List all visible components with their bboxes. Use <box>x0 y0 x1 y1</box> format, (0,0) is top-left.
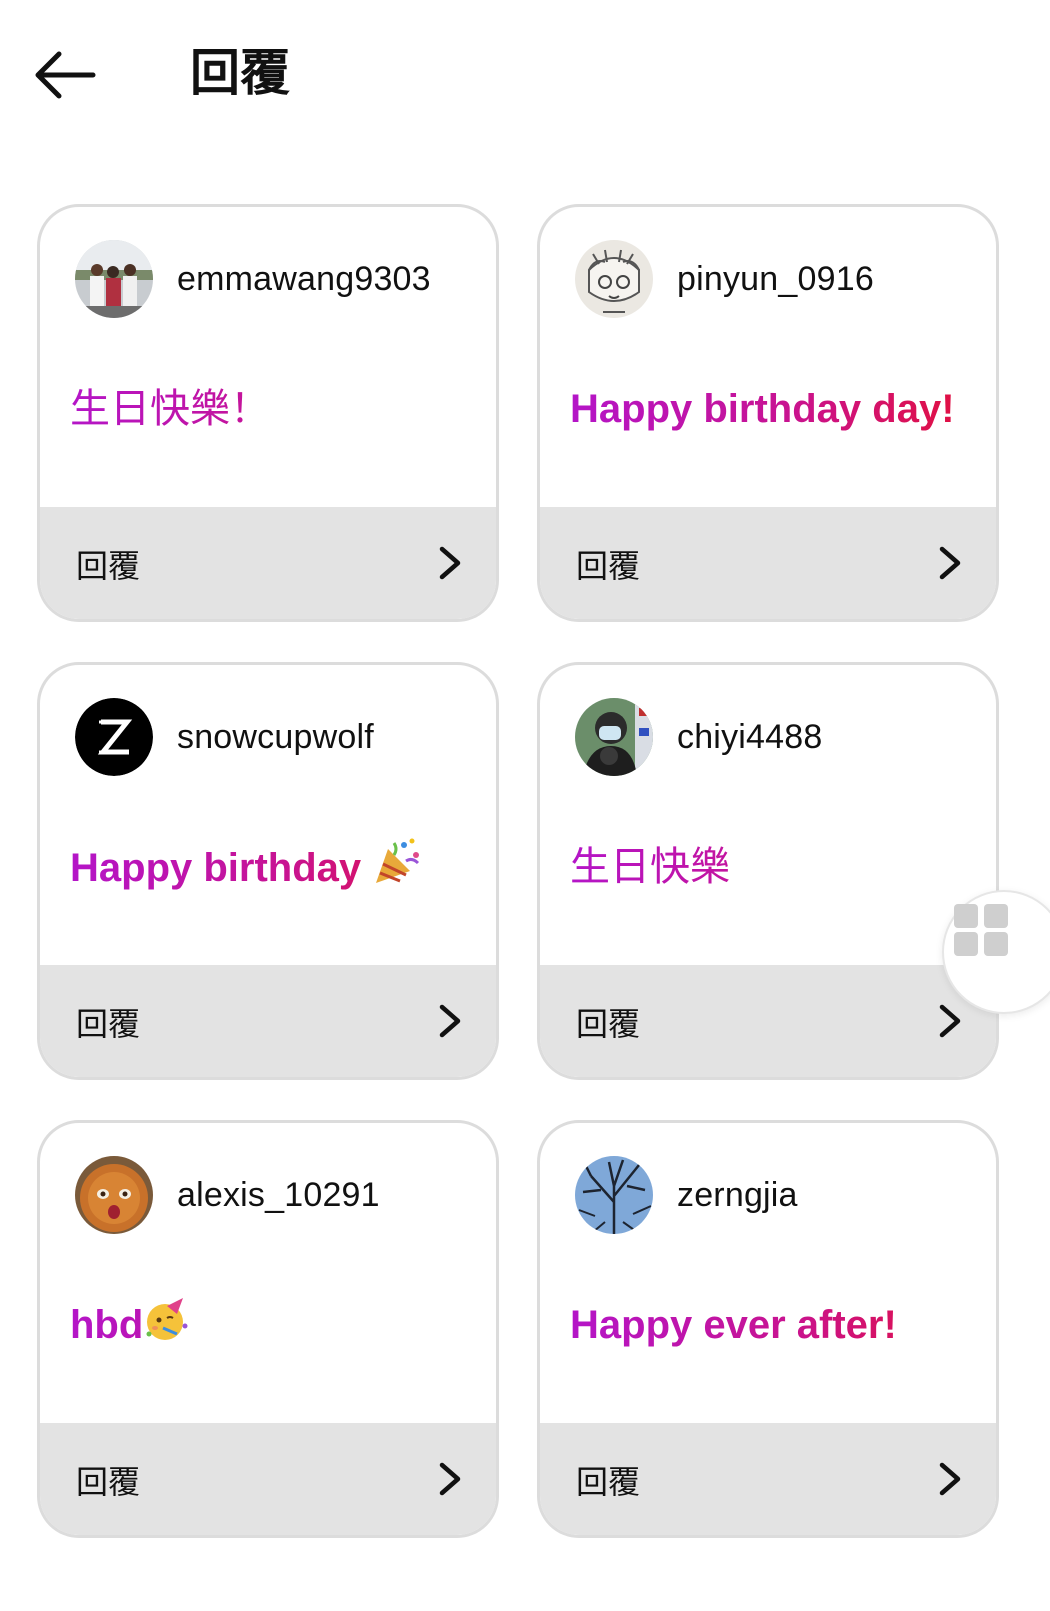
arrow-left-icon <box>35 51 96 99</box>
reply-button[interactable]: 回覆 <box>540 965 996 1077</box>
avatar[interactable] <box>75 240 153 318</box>
chevron-right-icon <box>439 1004 461 1038</box>
card-user[interactable]: chiyi4488 <box>575 697 822 777</box>
reply-label: 回覆 <box>76 547 141 585</box>
avatar[interactable] <box>575 1156 653 1234</box>
avatar[interactable] <box>575 240 653 318</box>
chevron-right-icon <box>939 1462 961 1496</box>
reply-card: zerngjia Happy ever after! 回覆 <box>537 1120 999 1538</box>
card-user[interactable]: zerngjia <box>575 1155 798 1235</box>
username[interactable]: chiyi4488 <box>677 718 822 757</box>
reply-message: 生日快樂 <box>570 837 976 897</box>
reply-label: 回覆 <box>576 1005 641 1043</box>
reply-button[interactable]: 回覆 <box>40 1423 496 1535</box>
reply-button[interactable]: 回覆 <box>40 507 496 619</box>
page-title: 回覆 <box>190 44 290 102</box>
reply-card: emmawang9303 生日快樂！ 回覆 <box>37 204 499 622</box>
reply-message: hbd <box>70 1295 476 1361</box>
chevron-right-icon <box>939 546 961 580</box>
username[interactable]: snowcupwolf <box>177 718 374 757</box>
reply-card: pinyun_0916 Happy birthday day! 回覆 <box>537 204 999 622</box>
avatar[interactable] <box>75 1156 153 1234</box>
card-user[interactable]: snowcupwolf <box>75 697 374 777</box>
reply-message: Happy birthday day! <box>570 379 976 439</box>
username[interactable]: pinyun_0916 <box>677 260 874 299</box>
reply-button[interactable]: 回覆 <box>40 965 496 1077</box>
reply-button[interactable]: 回覆 <box>540 1423 996 1535</box>
reply-message: Happy birthday <box>70 837 476 904</box>
reply-message: 生日快樂！ <box>70 379 476 439</box>
reply-card: alexis_10291 hbd 回覆 <box>37 1120 499 1538</box>
avatar[interactable] <box>75 698 153 776</box>
avatar[interactable] <box>575 698 653 776</box>
back-button[interactable] <box>28 44 102 106</box>
partying-face-icon <box>143 1296 191 1361</box>
header: 回覆 <box>0 0 1050 150</box>
reply-message: Happy ever after! <box>570 1295 976 1355</box>
reply-card: chiyi4488 生日快樂 回覆 <box>537 662 999 1080</box>
chevron-right-icon <box>939 1004 961 1038</box>
reply-label: 回覆 <box>576 1463 641 1501</box>
chevron-right-icon <box>439 1462 461 1496</box>
card-user[interactable]: emmawang9303 <box>75 239 431 319</box>
card-user[interactable]: pinyun_0916 <box>575 239 874 319</box>
username[interactable]: emmawang9303 <box>177 260 431 299</box>
username[interactable]: zerngjia <box>677 1176 798 1215</box>
reply-label: 回覆 <box>576 547 641 585</box>
reply-card: snowcupwolf Happy birthday 回覆 <box>37 662 499 1080</box>
reply-label: 回覆 <box>76 1005 141 1043</box>
card-user[interactable]: alexis_10291 <box>75 1155 380 1235</box>
party-popper-icon <box>372 837 422 904</box>
username[interactable]: alexis_10291 <box>177 1176 380 1215</box>
reply-label: 回覆 <box>76 1463 141 1501</box>
reply-button[interactable]: 回覆 <box>540 507 996 619</box>
chevron-right-icon <box>439 546 461 580</box>
